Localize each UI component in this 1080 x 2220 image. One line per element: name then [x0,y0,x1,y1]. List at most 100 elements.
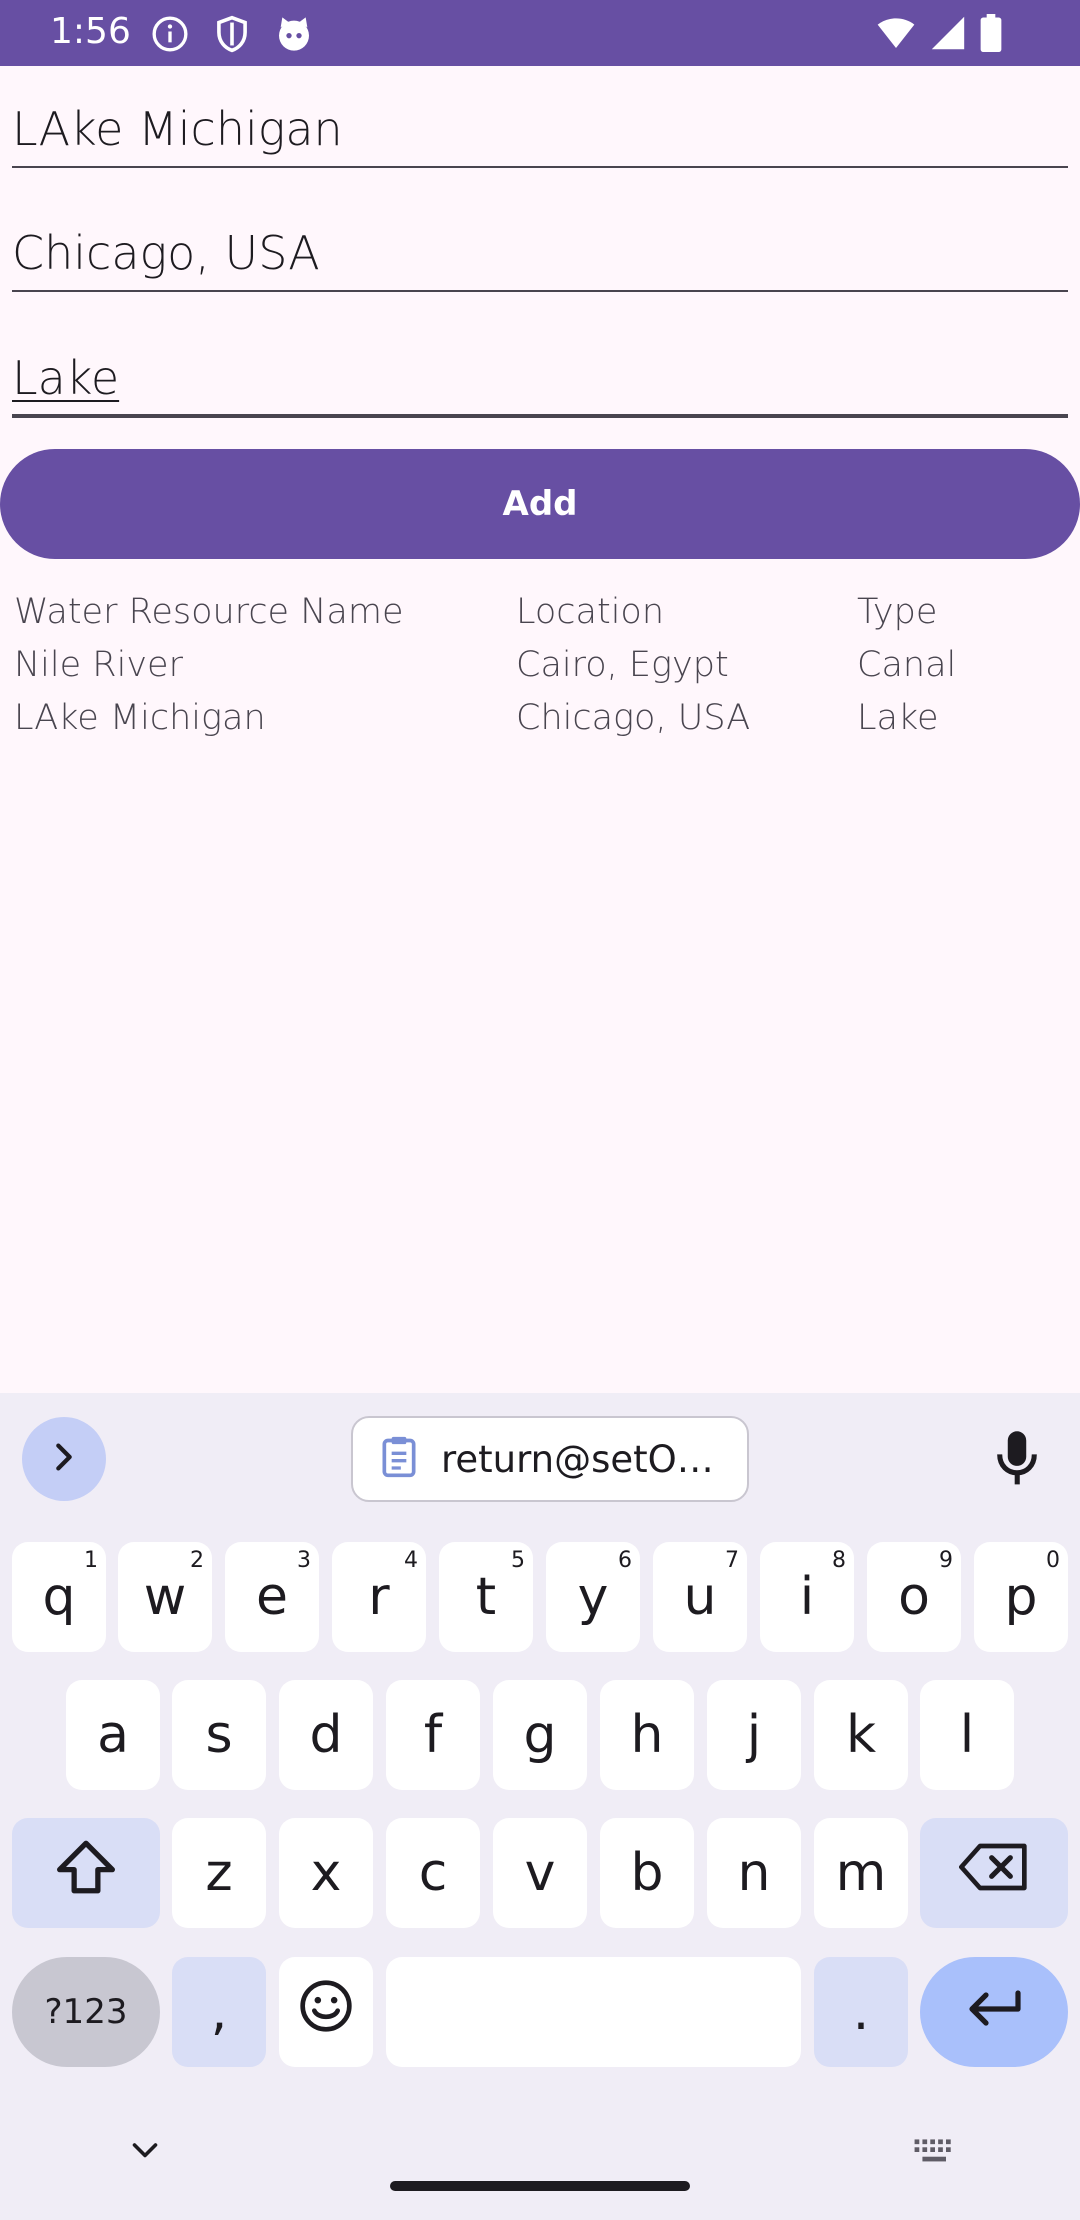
signal-icon [930,15,966,51]
type-input[interactable]: Lake [12,317,1068,418]
clipboard-suggestion-chip[interactable]: return@setO… [351,1416,749,1502]
key-a[interactable]: a [66,1680,160,1790]
key-number-hint: 1 [84,1548,98,1573]
cell-type: Lake [857,698,939,738]
header-name: Water Resource Name [14,592,404,632]
key-number-hint: 9 [939,1548,953,1573]
key-s[interactable]: s [172,1680,266,1790]
key-p[interactable]: p0 [974,1542,1068,1652]
key-u[interactable]: u7 [653,1542,747,1652]
key-letter: i [799,1567,815,1627]
table-row: Nile River Cairo, Egypt Canal [14,639,1064,692]
period-key[interactable]: . [814,1957,908,2067]
location-value: Chicago, USA [12,226,320,280]
status-time: 1:56 [50,11,131,52]
key-x[interactable]: x [279,1818,373,1928]
key-k[interactable]: k [814,1680,908,1790]
hide-keyboard-chevron-icon[interactable] [127,2133,163,2174]
emoji-key[interactable] [279,1957,373,2067]
cell-location: Chicago, USA [516,698,751,738]
key-number-hint: 7 [725,1548,739,1573]
space-key[interactable] [386,1957,801,2067]
expand-toolbar-button[interactable] [22,1417,106,1501]
clipboard-text: return@setO… [441,1437,714,1481]
key-letter: t [475,1567,497,1627]
key-j[interactable]: j [707,1680,801,1790]
key-c[interactable]: c [386,1818,480,1928]
key-n[interactable]: n [707,1818,801,1928]
input-underline [12,166,1068,168]
table-row: LAke Michigan Chicago, USA Lake [14,692,1064,745]
cat-icon [274,14,314,54]
key-m[interactable]: m [814,1818,908,1928]
backspace-key[interactable] [920,1818,1068,1928]
key-h[interactable]: h [600,1680,694,1790]
table-header-row: Water Resource Name Location Type [14,586,1064,639]
cell-name: Nile River [14,645,183,685]
key-letter: q [42,1567,76,1627]
key-b[interactable]: b [600,1818,694,1928]
battery-icon [980,14,1002,52]
key-number-hint: 3 [297,1548,311,1573]
emoji-icon [298,1978,354,2047]
key-q[interactable]: q1 [12,1542,106,1652]
key-number-hint: 4 [404,1548,418,1573]
comma-key[interactable]: , [172,1957,266,2067]
cell-name: LAke Michigan [14,698,266,738]
key-d[interactable]: d [279,1680,373,1790]
keyboard-switcher-icon[interactable] [913,2137,957,2172]
key-number-hint: 8 [832,1548,846,1573]
shift-key[interactable] [12,1818,160,1928]
microphone-icon[interactable] [992,1429,1042,1494]
key-letter: r [368,1567,390,1627]
key-y[interactable]: y6 [546,1542,640,1652]
key-letter: y [577,1567,609,1627]
key-letter: w [143,1567,187,1627]
enter-icon [965,1982,1023,2042]
water-resource-table: Water Resource Name Location Type Nile R… [14,586,1064,745]
key-e[interactable]: e3 [225,1542,319,1652]
symbols-key[interactable]: ?123 [12,1957,160,2067]
key-v[interactable]: v [493,1818,587,1928]
chevron-right-icon [47,1440,81,1479]
clipboard-icon [379,1435,419,1484]
shift-icon [54,1838,118,1909]
key-number-hint: 2 [190,1548,204,1573]
input-underline [12,414,1068,418]
key-letter: o [898,1567,930,1627]
key-w[interactable]: w2 [118,1542,212,1652]
cell-type: Canal [857,645,957,685]
type-value: Lake [12,351,120,405]
key-f[interactable]: f [386,1680,480,1790]
info-icon [150,14,190,54]
key-l[interactable]: l [920,1680,1014,1790]
resource-name-value: LAke Michigan [12,102,343,156]
key-o[interactable]: o9 [867,1542,961,1652]
soft-keyboard: return@setO… q1 w2 e3 r4 t5 y6 u7 i8 o9 … [0,1393,1080,2220]
key-number-hint: 5 [511,1548,525,1573]
shield-icon [214,14,250,54]
key-letter: e [256,1567,288,1627]
backspace-icon [959,1843,1029,1904]
key-g[interactable]: g [493,1680,587,1790]
keyboard-suggestion-bar: return@setO… [0,1393,1080,1523]
header-type: Type [857,592,938,632]
wifi-icon [876,16,916,50]
status-bar: 1:56 [0,0,1080,66]
resource-name-input[interactable]: LAke Michigan [12,68,1068,168]
key-i[interactable]: i8 [760,1542,854,1652]
key-t[interactable]: t5 [439,1542,533,1652]
location-input[interactable]: Chicago, USA [12,192,1068,292]
key-r[interactable]: r4 [332,1542,426,1652]
input-underline [12,290,1068,292]
key-z[interactable]: z [172,1818,266,1928]
add-button[interactable]: Add [0,449,1080,559]
enter-key[interactable] [920,1957,1068,2067]
key-letter: p [1004,1567,1038,1627]
key-letter: u [683,1567,717,1627]
cell-location: Cairo, Egypt [516,645,729,685]
key-number-hint: 0 [1046,1548,1060,1573]
header-location: Location [516,592,665,632]
home-indicator[interactable] [390,2181,690,2191]
key-number-hint: 6 [618,1548,632,1573]
